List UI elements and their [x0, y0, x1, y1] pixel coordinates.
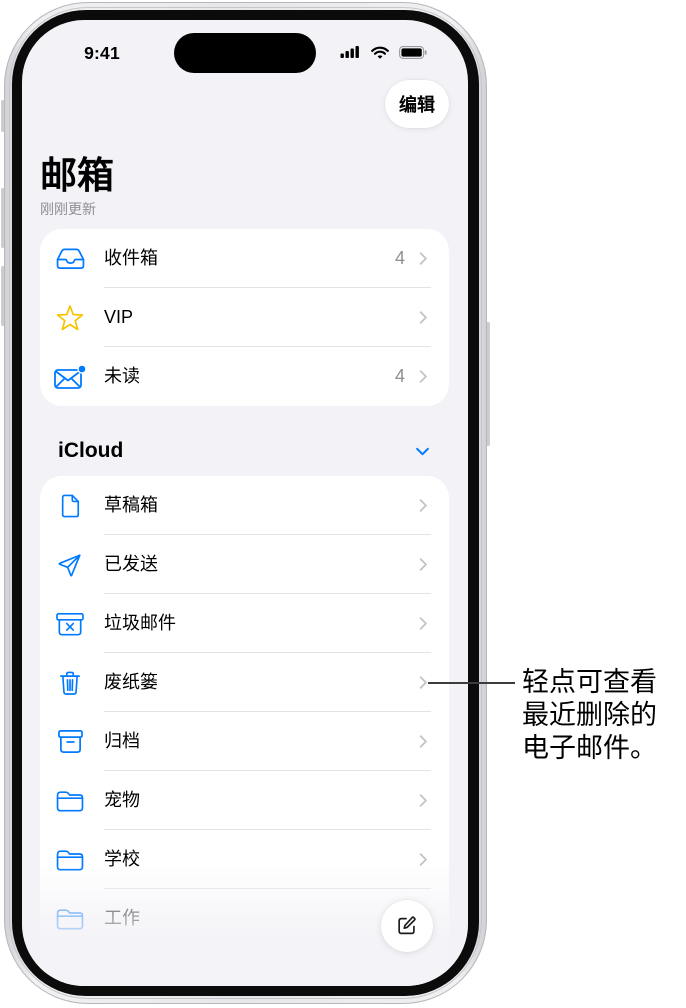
mailbox-label: 收件箱	[104, 248, 158, 268]
mailbox-row-junk[interactable]: 垃圾邮件	[40, 594, 449, 653]
callout-text-line: 轻点可查看	[522, 667, 657, 697]
phone-screen: 9:41 编辑 邮箱 刚刚更新 收件箱 4 VIP 未读 4 iCloud 草稿…	[22, 20, 468, 986]
mailbox-label: 垃圾邮件	[104, 613, 176, 633]
page-title: 邮箱	[40, 155, 114, 196]
chevron-right-icon	[419, 616, 428, 631]
unread-envelope-icon	[52, 347, 88, 406]
section-title: iCloud	[58, 439, 124, 462]
folder-icon	[52, 771, 88, 830]
mailbox-label: 已发送	[104, 554, 158, 574]
mailbox-row-archive[interactable]: 归档	[40, 712, 449, 771]
edit-button-label: 编辑	[399, 95, 435, 115]
mailbox-count: 4	[394, 248, 405, 268]
cellular-signal-icon	[340, 46, 360, 58]
archive-box-icon	[52, 712, 88, 771]
compose-icon	[395, 914, 419, 938]
chevron-right-icon	[419, 498, 428, 513]
mailbox-row-unread[interactable]: 未读 4	[40, 347, 449, 406]
callout-leader-line	[428, 682, 515, 684]
mailbox-label: VIP	[104, 307, 134, 327]
edit-button[interactable]: 编辑	[385, 80, 449, 128]
mailbox-row-inbox[interactable]: 收件箱 4	[40, 229, 449, 288]
mailbox-label: 草稿箱	[104, 495, 158, 515]
callout-text-line: 电子邮件。	[522, 733, 657, 763]
mailbox-count: 4	[394, 366, 405, 386]
mailbox-label: 废纸篓	[104, 672, 158, 692]
inbox-tray-icon	[52, 229, 88, 288]
mailbox-label: 归档	[104, 731, 140, 751]
chevron-right-icon	[419, 310, 428, 325]
mailbox-label: 未读	[104, 366, 140, 386]
chevron-right-icon	[419, 557, 428, 572]
chevron-right-icon	[419, 734, 428, 749]
chevron-down-icon[interactable]	[415, 447, 430, 456]
chevron-right-icon	[419, 793, 428, 808]
status-time: 9:41	[84, 43, 120, 63]
smart-mailboxes-list: 收件箱 4 VIP 未读 4	[40, 229, 449, 406]
draft-document-icon	[52, 476, 88, 535]
paper-plane-icon	[52, 535, 88, 594]
last-updated-status: 刚刚更新	[40, 201, 96, 217]
chevron-right-icon	[419, 675, 428, 690]
dynamic-island	[174, 33, 316, 73]
icloud-section-header[interactable]: iCloud	[40, 434, 449, 468]
wifi-icon	[371, 46, 389, 59]
trash-icon	[52, 653, 88, 712]
chevron-right-icon	[419, 251, 428, 266]
battery-icon	[398, 46, 428, 59]
mailbox-label: 宠物	[104, 790, 140, 810]
chevron-right-icon	[419, 369, 428, 384]
mailbox-row-trash[interactable]: 废纸篓	[40, 653, 449, 712]
mailbox-row-pets[interactable]: 宠物	[40, 771, 449, 830]
mailbox-row-sent[interactable]: 已发送	[40, 535, 449, 594]
callout-text-line: 最近删除的	[522, 700, 657, 730]
compose-button[interactable]	[381, 900, 433, 952]
callout-annotation: 轻点可查看 最近删除的 电子邮件。	[522, 666, 672, 765]
mailbox-row-drafts[interactable]: 草稿箱	[40, 476, 449, 535]
star-icon	[52, 288, 88, 347]
mailbox-row-vip[interactable]: VIP	[40, 288, 449, 347]
junk-bin-icon	[52, 594, 88, 653]
